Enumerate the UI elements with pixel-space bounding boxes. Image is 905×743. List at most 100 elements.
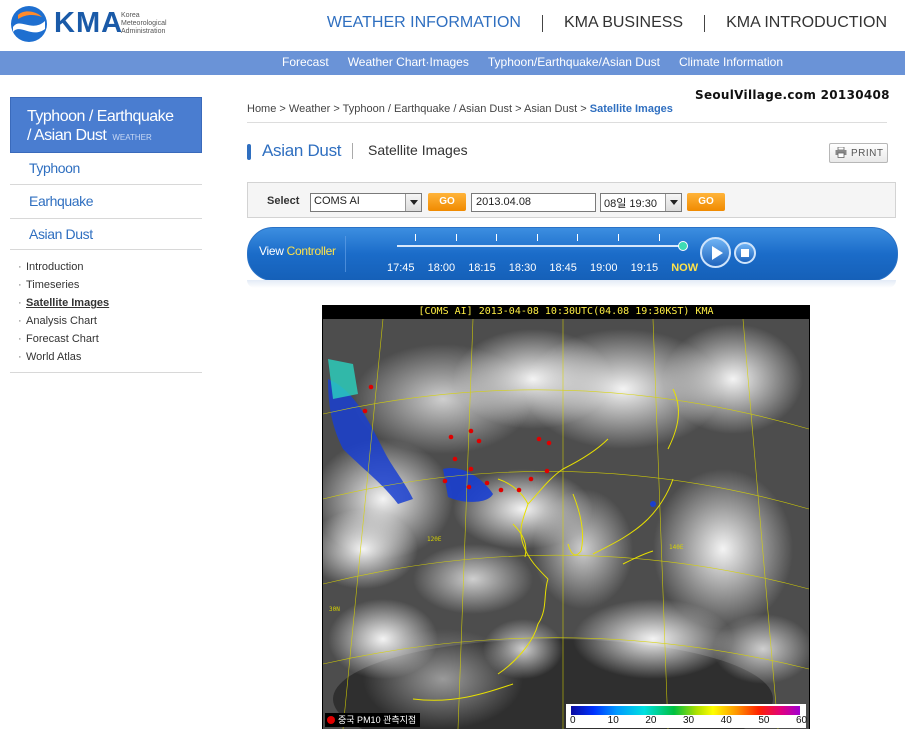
page-subtitle: Satellite Images [368, 142, 468, 158]
breadcrumb-asian-dust[interactable]: Asian Dust [524, 103, 577, 115]
nav-kma-introduction[interactable]: KMA INTRODUCTION [726, 14, 887, 32]
chevron-down-icon [405, 194, 421, 211]
breadcrumb-typhoon[interactable]: Typhoon / Earthquake / Asian Dust [343, 103, 512, 115]
svg-text:120E: 120E [427, 536, 442, 543]
timeline-label-1745[interactable]: 17:45 [387, 262, 415, 274]
satellite-image: [COMS AI] 2013-04-08 10:30UTC(04.08 19:3… [322, 305, 810, 729]
title-divider [352, 143, 353, 159]
timeline-track[interactable] [397, 245, 684, 247]
subnav-climate-information[interactable]: Climate Information [679, 55, 783, 69]
timeline-label-1900[interactable]: 19:00 [590, 262, 618, 274]
scale-label: 20 [645, 715, 657, 726]
timeline-tick [658, 234, 660, 241]
bullet-icon: · [18, 261, 22, 273]
bullet-icon: · [18, 315, 22, 327]
nav-divider [704, 14, 706, 32]
breadcrumb: Home > Weather > Typhoon / Earthquake / … [247, 103, 673, 115]
timeline-label-1915[interactable]: 19:15 [631, 262, 659, 274]
bullet-icon: · [18, 297, 22, 309]
satellite-image-title: [COMS AI] 2013-04-08 10:30UTC(04.08 19:3… [322, 305, 810, 319]
sidebar-item-typhoon[interactable]: Typhoon [10, 153, 202, 185]
nav-weather-information[interactable]: WEATHER INFORMATION [327, 14, 521, 32]
timeline-tick [415, 234, 416, 241]
title-marker [247, 144, 251, 160]
bullet-icon: · [18, 279, 22, 291]
timeline-label-now[interactable]: NOW [671, 262, 698, 274]
kma-logo-icon [11, 6, 47, 42]
controller-divider [345, 236, 346, 272]
play-button[interactable] [700, 237, 731, 268]
go-button-product[interactable]: GO [428, 193, 466, 211]
sidebar-sub-satellite-images[interactable]: · Satellite Images [10, 294, 202, 312]
nav-divider [541, 14, 543, 32]
timeline-label-1845[interactable]: 18:45 [549, 262, 577, 274]
sidebar-sub-introduction[interactable]: · Introduction [10, 258, 202, 276]
view-controller-label: View Controller [259, 244, 336, 258]
logo-wordmark: KMA [54, 7, 124, 39]
timeline-tick [496, 234, 498, 241]
watermark-text: SeoulVillage.com 20130408 [695, 88, 890, 102]
sidebar-item-earthquake[interactable]: Earhquake [10, 185, 202, 219]
scale-label: 60 [796, 715, 808, 726]
pm10-station-legend: 중국 PM10 관측지점 [325, 713, 421, 727]
scale-label: 0 [570, 715, 576, 726]
select-label: Select [267, 195, 300, 207]
selection-bar: Select COMS AI GO 2013.04.08 08일 19:30 G… [247, 182, 896, 218]
logo-subtitle: Korea Meteorological Administration [121, 12, 167, 35]
sidebar-heading-tag: WEATHER [112, 133, 152, 142]
kma-logo[interactable]: KMA Korea Meteorological Administration [10, 5, 170, 45]
sidebar-sub-analysis-chart[interactable]: · Analysis Chart [10, 312, 202, 330]
bullet-icon: · [18, 351, 22, 363]
sidebar-sub-menu: · Introduction · Timeseries · Satellite Ima… [10, 258, 202, 373]
timeline-tick [536, 234, 538, 241]
scale-label: 50 [758, 715, 770, 726]
color-scale-bar [571, 706, 800, 715]
scale-label: 30 [683, 715, 695, 726]
satellite-map: 120E 140E 30N [323, 319, 809, 729]
sidebar-heading: Typhoon / Earthquake / Asian Dust WEATHER [10, 97, 202, 153]
top-header: KMA Korea Meteorological Administration … [0, 0, 905, 52]
station-dot-icon [327, 716, 335, 724]
timeline-tick [455, 234, 457, 241]
date-input[interactable]: 2013.04.08 [471, 193, 596, 212]
breadcrumb-weather[interactable]: Weather [289, 103, 330, 115]
sidebar-sub-forecast-chart[interactable]: · Forecast Chart [10, 330, 202, 348]
timeline-label-1830[interactable]: 18:30 [509, 262, 537, 274]
sidebar-sub-timeseries[interactable]: · Timeseries [10, 276, 202, 294]
breadcrumb-home[interactable]: Home [247, 103, 276, 115]
bullet-icon: · [18, 333, 22, 345]
scale-label: 10 [607, 715, 619, 726]
subnav-typhoon-earthquake-dust[interactable]: Typhoon/Earthquake/Asian Dust [488, 55, 660, 69]
time-select[interactable]: 08일 19:30 [600, 193, 682, 212]
printer-icon [835, 147, 847, 158]
timeline-tick [577, 234, 579, 241]
sidebar-heading-line2: / Asian Dust [27, 127, 107, 144]
top-navigation: WEATHER INFORMATION KMA BUSINESS KMA INT… [327, 14, 887, 32]
subnav-forecast[interactable]: Forecast [282, 55, 329, 69]
print-label: PRINT [851, 148, 884, 159]
go-button-time[interactable]: GO [687, 193, 725, 211]
svg-text:30N: 30N [329, 606, 340, 613]
sidebar-heading-line1: Typhoon / Earthquake [27, 108, 174, 125]
view-controller: View Controller 17:45 18:00 18:15 18:30 18:4… [247, 227, 898, 281]
sub-navigation: Forecast Weather Chart·Images Typhoon/Ea… [0, 51, 905, 75]
stop-button[interactable] [734, 242, 756, 264]
subnav-weather-chart-images[interactable]: Weather Chart·Images [348, 55, 469, 69]
page-title: Asian Dust [262, 141, 342, 160]
timeline-label-1800[interactable]: 18:00 [428, 262, 456, 274]
chevron-down-icon [665, 194, 681, 211]
sidebar-sub-world-atlas[interactable]: · World Atlas [10, 348, 202, 366]
product-select[interactable]: COMS AI [310, 193, 422, 212]
sidebar-item-asian-dust[interactable]: Asian Dust [10, 219, 202, 250]
dust-color-scale: 0 10 20 30 40 50 60 [566, 704, 808, 728]
breadcrumb-current: Satellite Images [589, 103, 673, 115]
timeline-slider-handle[interactable] [678, 241, 688, 251]
nav-kma-business[interactable]: KMA BUSINESS [564, 14, 683, 32]
left-sidebar: Typhoon / Earthquake / Asian Dust WEATHER… [10, 97, 202, 373]
timeline-label-1815[interactable]: 18:15 [468, 262, 496, 274]
scale-label: 40 [720, 715, 732, 726]
breadcrumb-divider [247, 122, 887, 123]
print-button[interactable]: PRINT [829, 143, 888, 163]
controller-shadow [247, 280, 896, 288]
timeline-tick [618, 234, 619, 241]
